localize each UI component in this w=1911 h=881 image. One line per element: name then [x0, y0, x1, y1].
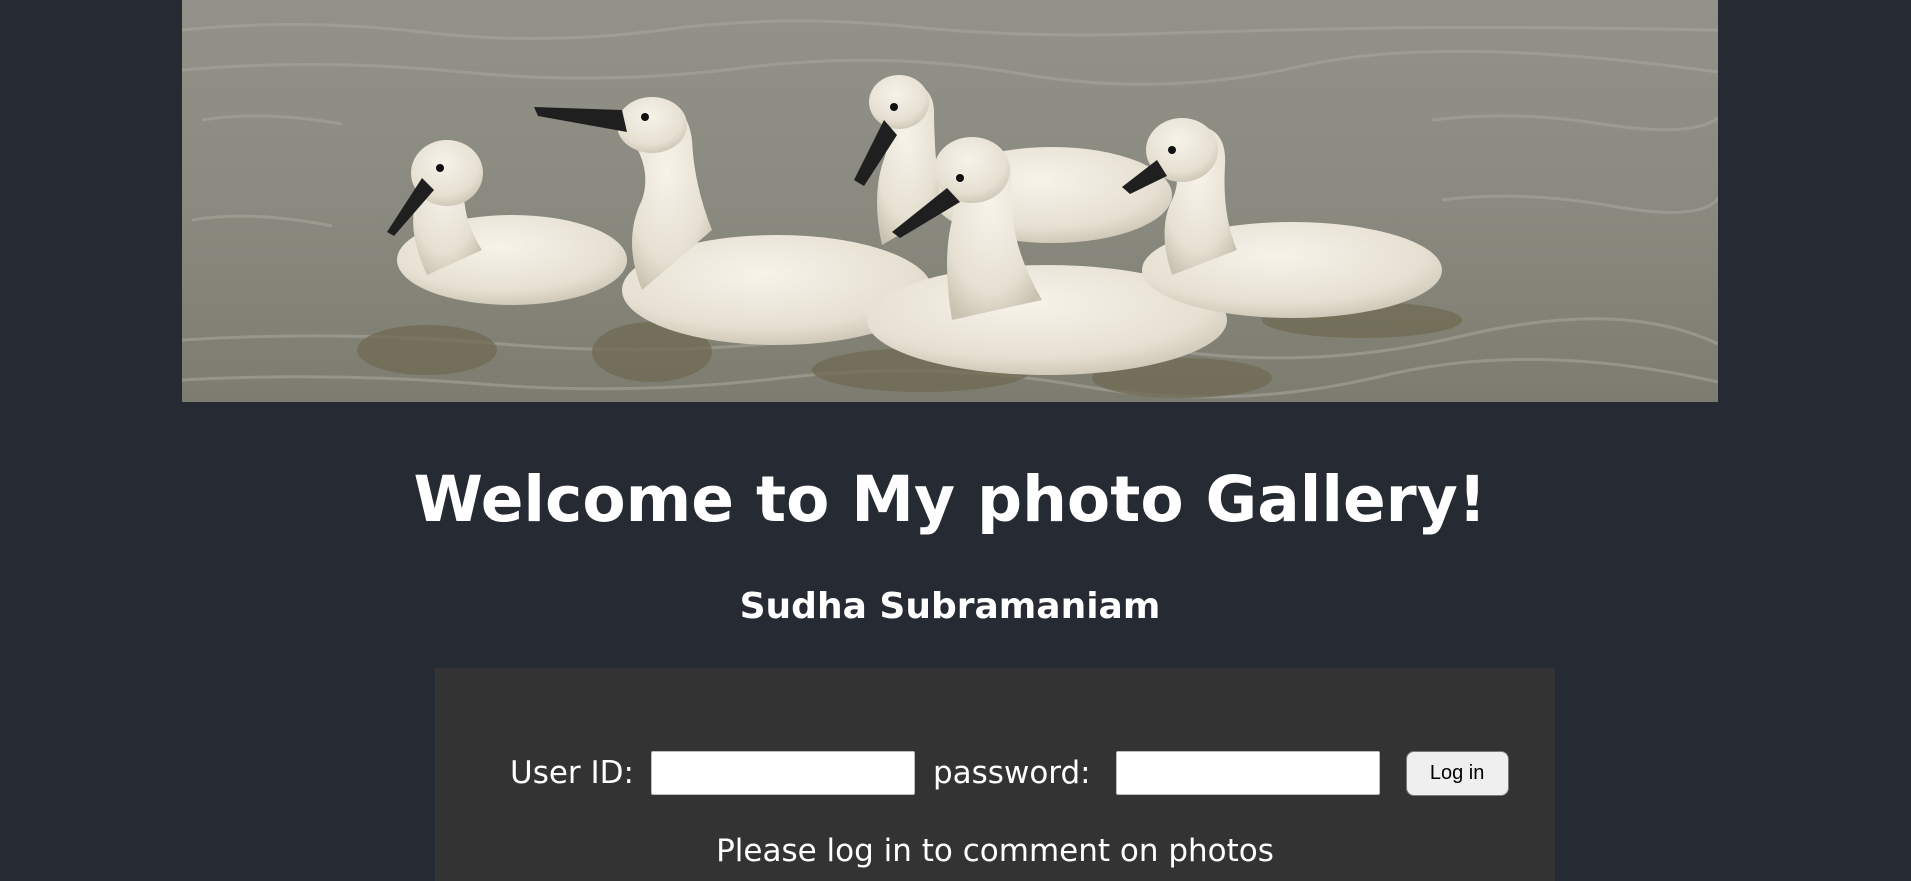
- page-title: Welcome to My photo Gallery!: [413, 463, 1487, 536]
- user-id-label: User ID:: [510, 755, 634, 791]
- gallery-owner-name: Sudha Subramaniam: [739, 586, 1161, 627]
- password-input[interactable]: [1115, 751, 1380, 795]
- login-form: User ID: password: Log in: [510, 748, 1509, 798]
- login-panel: User ID: password: Log in Please log in …: [435, 668, 1555, 881]
- login-button[interactable]: Log in: [1405, 750, 1509, 796]
- password-label: password:: [932, 755, 1091, 791]
- banner-image: [182, 0, 1718, 402]
- page: Welcome to My photo Gallery! Sudha Subra…: [0, 0, 1911, 881]
- login-prompt-text: Please log in to comment on photos: [716, 833, 1274, 869]
- cygnets-photo: [182, 0, 1718, 402]
- user-id-input[interactable]: [650, 751, 915, 795]
